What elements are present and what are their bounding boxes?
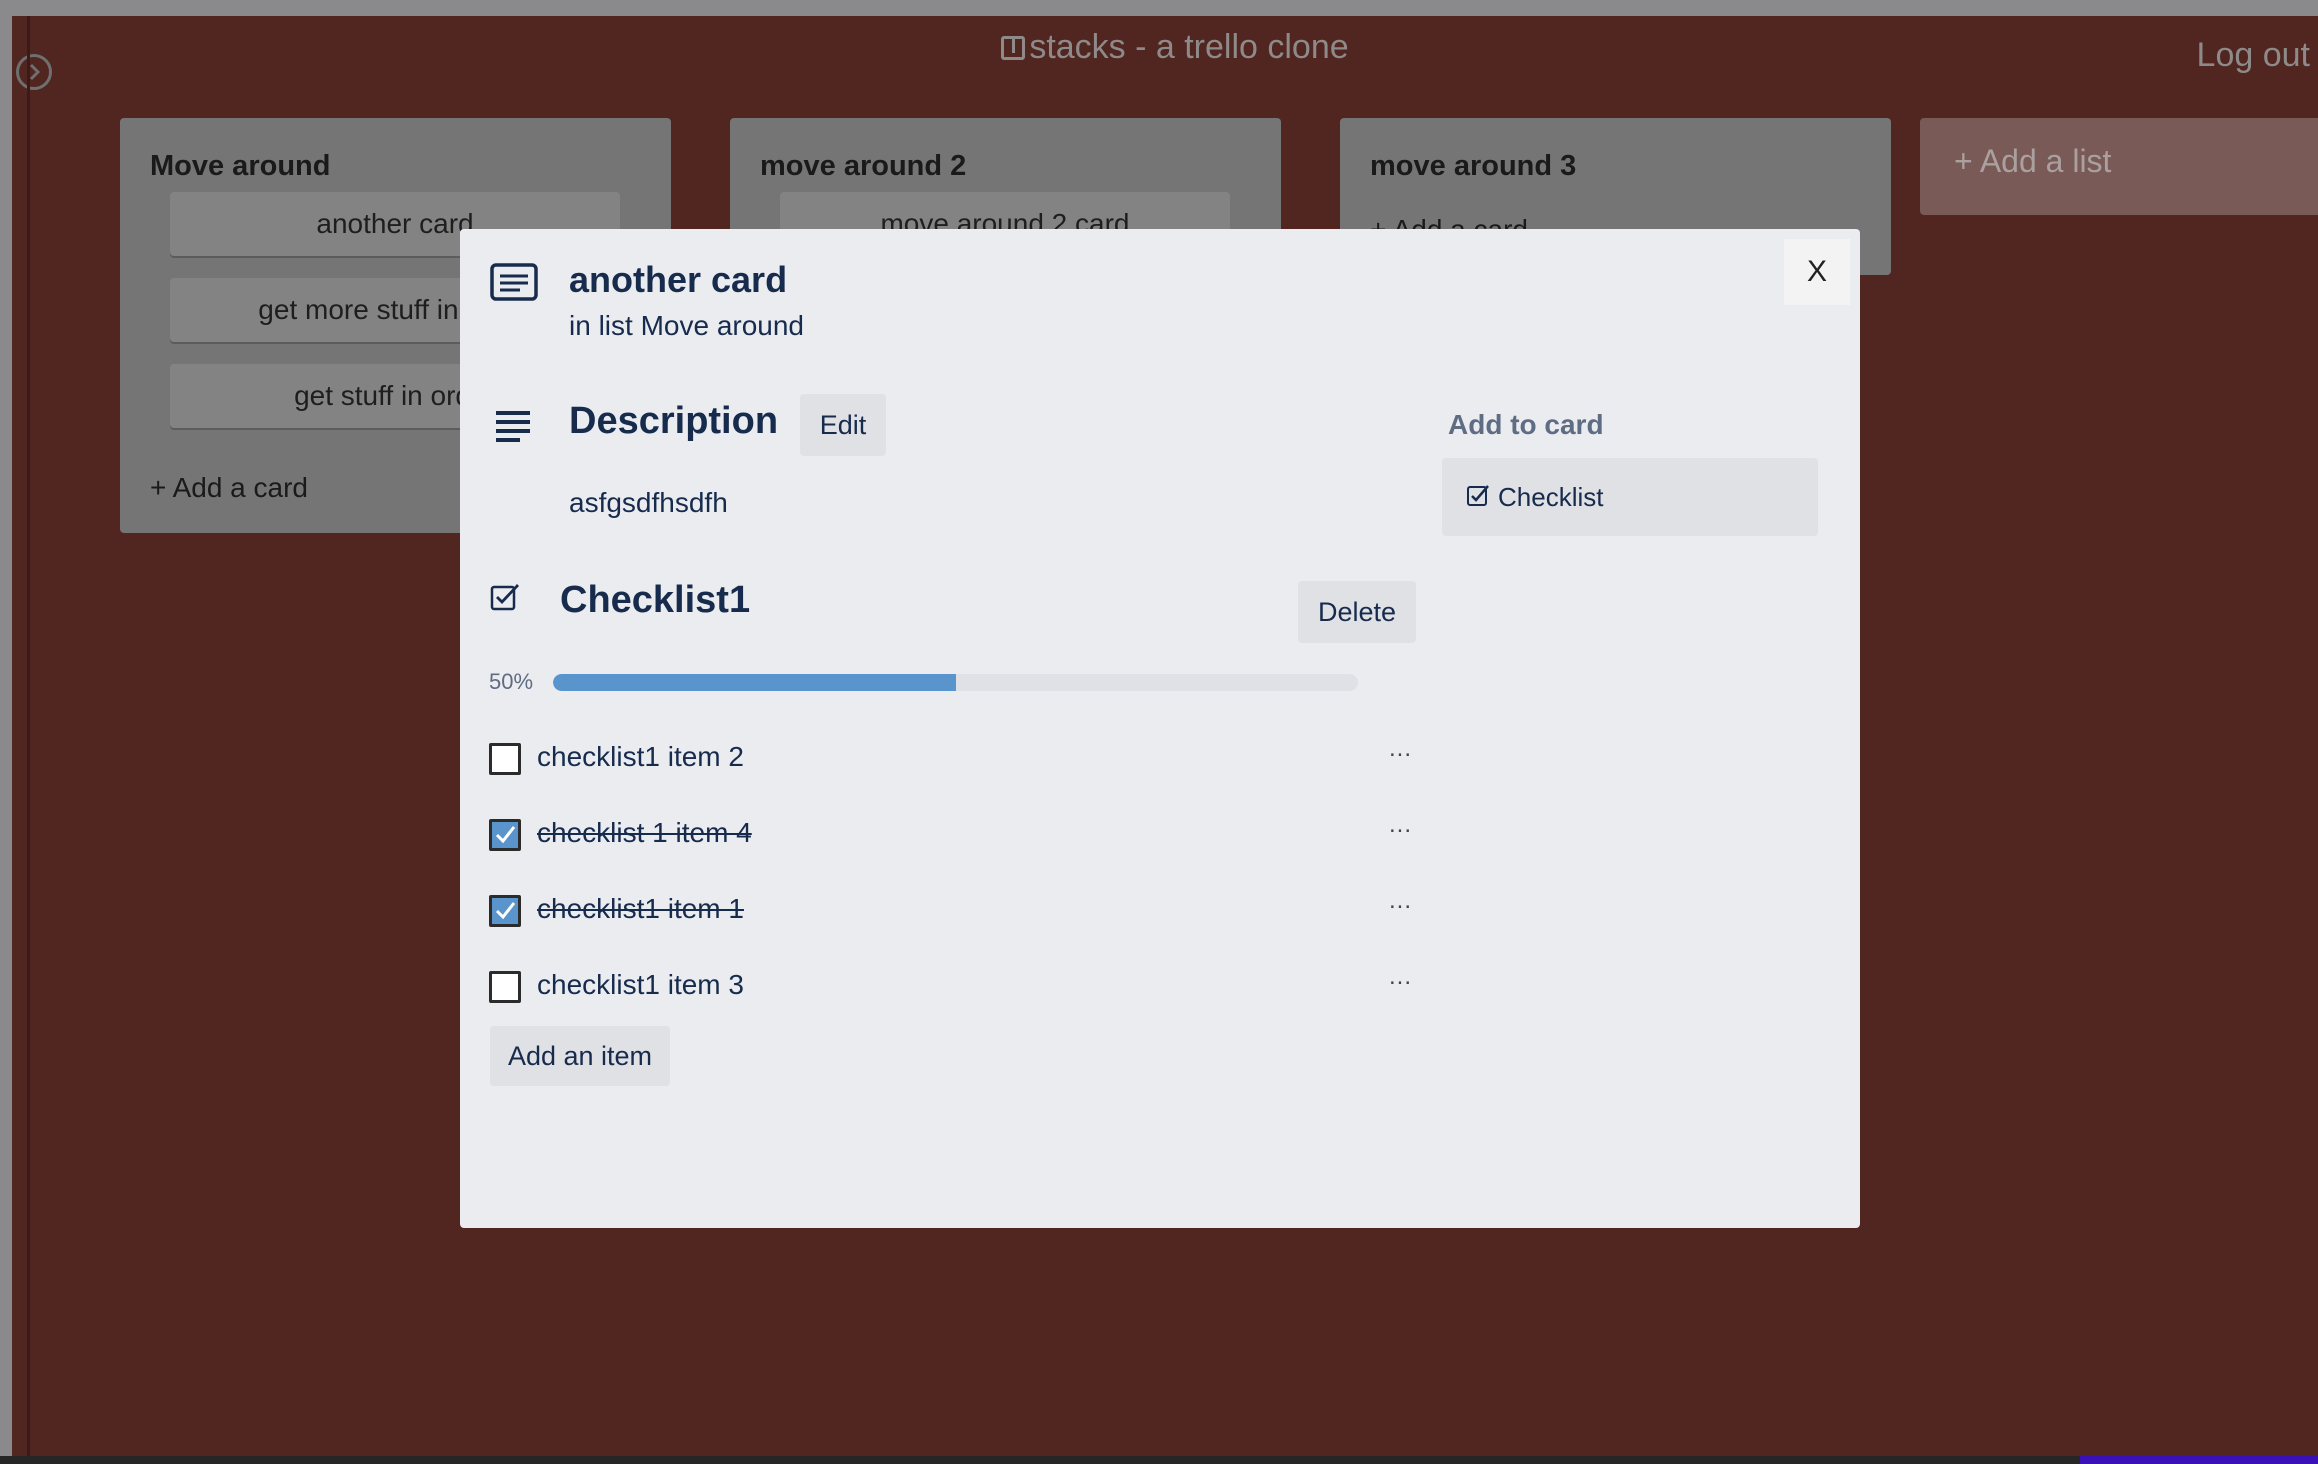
checklist-item-text[interactable]: checklist 1 item 4 [537,817,752,849]
add-checklist-button[interactable]: Checklist [1442,458,1818,536]
description-text: asfgsdfhsdfh [569,487,728,518]
card-title: another card [569,259,788,300]
list-title: move around 2 [760,150,967,182]
card-list-subtitle: in list Move around [569,310,805,341]
checklist-item-menu-button[interactable]: ... [1389,887,1412,915]
add-checklist-item-button[interactable]: Add an item [490,1026,670,1086]
checklist-item: checklist 1 item 4 ... [489,807,1419,859]
checkbox-icon [490,584,520,611]
add-checklist-label: Checklist [1498,482,1604,512]
checklist-item-checkbox[interactable] [489,743,521,775]
card-detail-modal: X another card in list Move around Descr… [460,229,1860,1228]
delete-checklist-button[interactable]: Delete [1298,581,1416,643]
divider [27,16,30,1464]
checklist-title: Checklist1 [560,579,751,621]
list-title: Move around [150,150,331,182]
add-card-button[interactable]: + Add a card [150,472,308,504]
checkmark-icon [495,902,516,920]
checkbox-icon [1467,485,1489,506]
checklist-item: checklist1 item 3 ... [489,959,1419,1011]
checklist-progress-fill [553,674,956,691]
description-title: Description [569,400,779,442]
app-title: stacks - a trello clone [0,28,2318,67]
close-button[interactable]: X [1784,239,1850,305]
checklist-item: checklist1 item 1 ... [489,883,1419,935]
board-icon [1001,36,1026,60]
list-title: move around 3 [1370,150,1577,182]
add-to-card-heading: Add to card [1448,409,1604,440]
taskbar-accent [2080,1456,2318,1464]
checklist-item-menu-button[interactable]: ... [1389,811,1412,839]
checklist-item-text[interactable]: checklist1 item 1 [537,893,744,925]
window-bottom-edge [0,1456,2318,1464]
checklist-item-menu-button[interactable]: ... [1389,963,1412,991]
logout-button[interactable]: Log out [2197,36,2310,75]
app-title-text: stacks - a trello clone [1029,28,1349,66]
checklist-item-checkbox[interactable] [489,971,521,1003]
add-list-button[interactable]: + Add a list [1920,118,2318,215]
checklist-progress-bar [553,674,1358,691]
checklist-progress-label: 50% [489,669,534,694]
checklist-item: checklist1 item 2 ... [489,731,1419,783]
edit-description-button[interactable]: Edit [800,394,886,456]
checkmark-icon [495,826,516,844]
text-lines-icon [496,411,530,442]
checklist-item-menu-button[interactable]: ... [1389,735,1412,763]
checklist-item-checkbox[interactable] [489,895,521,927]
checklist-item-text[interactable]: checklist1 item 2 [537,741,744,773]
checklist-item-text[interactable]: checklist1 item 3 [537,969,744,1001]
checklist-item-checkbox[interactable] [489,819,521,851]
card-icon [490,263,538,301]
